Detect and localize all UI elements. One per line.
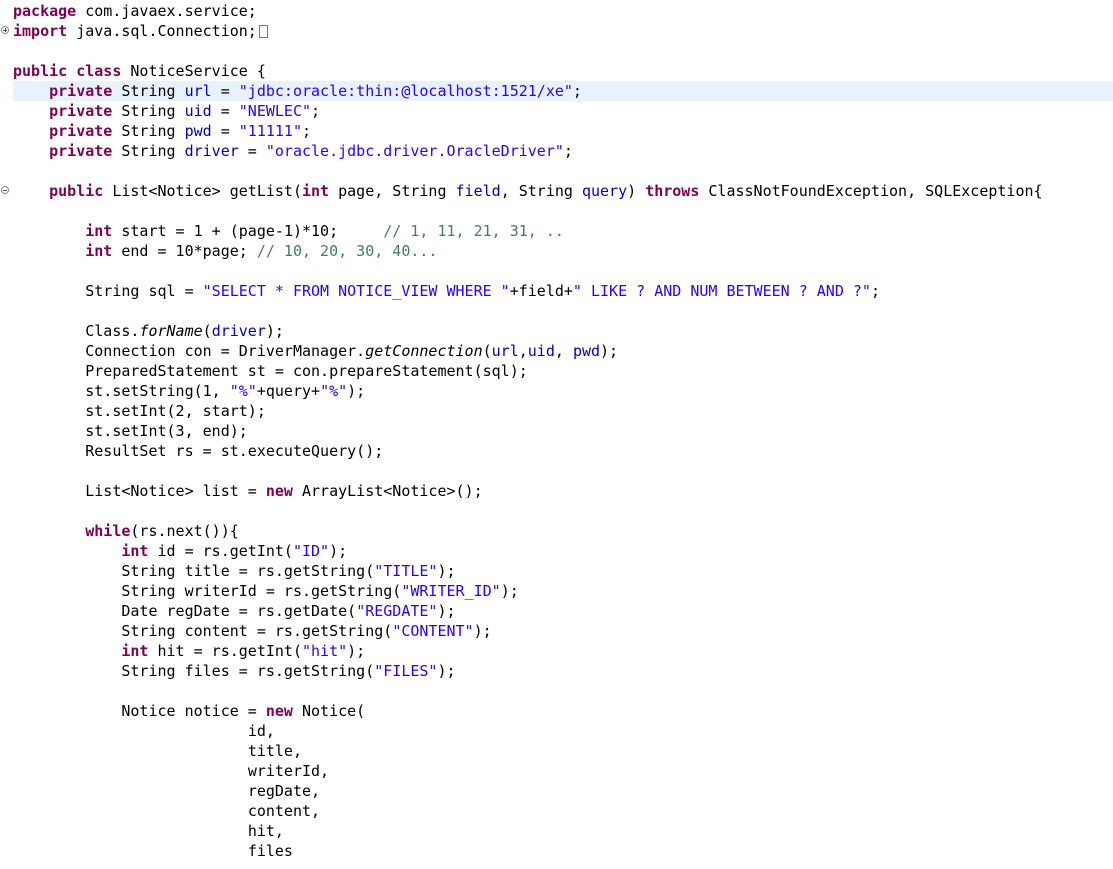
code-line: String title = rs.getString("TITLE"); — [121, 562, 456, 580]
code-line: String writerId = rs.getString("WRITER_I… — [121, 582, 519, 600]
code-line: content, — [247, 802, 321, 820]
code-line: String files = rs.getString("FILES"); — [121, 662, 456, 680]
code-line: Class.forName(driver); — [85, 322, 284, 340]
code-line: Connection con = DriverManager.getConnec… — [85, 342, 619, 360]
code-line: files — [247, 842, 293, 860]
code-line: title, — [247, 742, 302, 760]
code-line: PreparedStatement st = con.prepareStatem… — [85, 362, 528, 380]
code-line: private String uid = "NEWLEC"; — [49, 102, 321, 120]
code-line: package com.javaex.service; — [13, 2, 257, 20]
code-line: Notice notice = new Notice( — [121, 702, 366, 720]
code-editor[interactable]: package com.javaex.service; import java.… — [0, 0, 1113, 869]
code-line: public class NoticeService { — [13, 62, 266, 80]
code-line: public List<Notice> getList(int page, St… — [49, 182, 1043, 200]
current-code-line: private String url = "jdbc:oracle:thin:@… — [13, 81, 1113, 101]
code-line: st.setInt(2, start); — [85, 402, 266, 420]
code-line: hit, — [247, 822, 284, 840]
code-line: int hit = rs.getInt("hit"); — [121, 642, 366, 660]
code-line: private String driver = "oracle.jdbc.dri… — [49, 142, 573, 160]
code-line: private String pwd = "11111"; — [49, 122, 312, 140]
code-line: String content = rs.getString("CONTENT")… — [121, 622, 492, 640]
code-line: String sql = "SELECT * FROM NOTICE_VIEW … — [85, 282, 880, 300]
code-line: st.setString(1, "%"+query+"%"); — [85, 382, 366, 400]
code-line: regDate, — [247, 782, 321, 800]
folded-imports-box[interactable] — [258, 25, 268, 38]
editor-gutter — [0, 0, 10, 869]
code-line: id, — [247, 722, 275, 740]
code-line: Date regDate = rs.getDate("REGDATE"); — [121, 602, 456, 620]
expand-fold-icon[interactable] — [1, 26, 9, 34]
collapse-fold-icon[interactable] — [1, 186, 9, 194]
code-line: ResultSet rs = st.executeQuery(); — [85, 442, 384, 460]
code-line: writerId, — [247, 762, 330, 780]
code-line: while(rs.next()){ — [85, 522, 239, 540]
code-line: st.setInt(3, end); — [85, 422, 248, 440]
code-line: List<Notice> list = new ArrayList<Notice… — [85, 482, 483, 500]
code-line: int start = 1 + (page-1)*10; // 1, 11, 2… — [85, 222, 564, 240]
code-line: int end = 10*page; // 10, 20, 30, 40... — [85, 242, 438, 260]
code-line: int id = rs.getInt("ID"); — [121, 542, 348, 560]
code-line: import java.sql.Connection; — [13, 21, 268, 41]
code-area[interactable]: package com.javaex.service; import java.… — [13, 0, 1113, 869]
